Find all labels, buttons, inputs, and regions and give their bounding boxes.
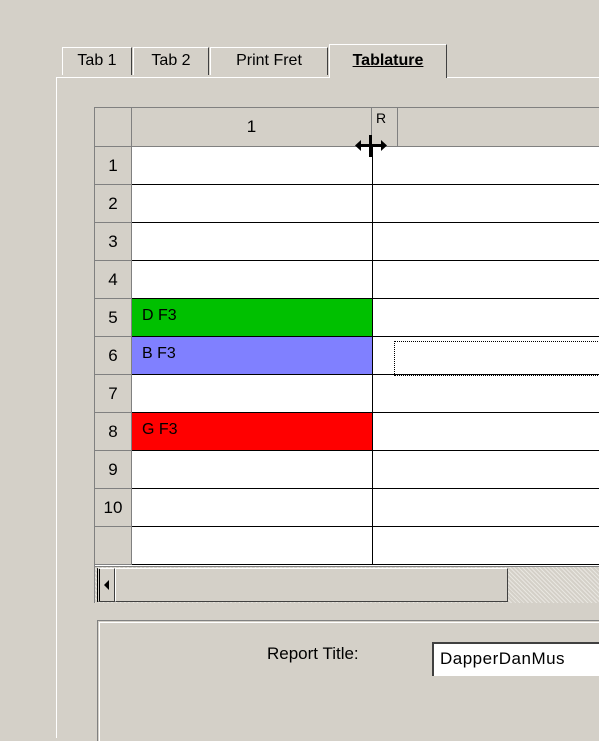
- row-header[interactable]: 3: [95, 223, 132, 261]
- row-header[interactable]: 9: [95, 451, 132, 489]
- row-header[interactable]: [95, 527, 132, 565]
- grid-cell-col2[interactable]: [373, 413, 599, 451]
- column-resize-cursor-icon: [355, 135, 387, 157]
- grid-cell-col1[interactable]: G F3: [132, 413, 373, 451]
- row-header[interactable]: 8: [95, 413, 132, 451]
- grid-cell-col1[interactable]: B F3: [132, 337, 373, 375]
- scroll-left-button[interactable]: [97, 568, 115, 602]
- grid-cell-col1[interactable]: [132, 223, 373, 261]
- grid-cell-col2[interactable]: [373, 527, 599, 565]
- grid-cell-col2[interactable]: [373, 223, 599, 261]
- tab-tablature[interactable]: Tablature: [329, 44, 447, 78]
- tab-1[interactable]: Tab 1: [62, 47, 132, 75]
- grid-cell-col1[interactable]: [132, 375, 373, 413]
- tab-print-fret[interactable]: Print Fret: [210, 47, 328, 75]
- grid-cell-col2[interactable]: [373, 299, 599, 337]
- grid-cell-col2[interactable]: [373, 147, 599, 185]
- column-header-2[interactable]: 2: [398, 108, 599, 147]
- grid-cell-col2[interactable]: [373, 451, 599, 489]
- grid-cell-col1[interactable]: [132, 451, 373, 489]
- report-title-input[interactable]: DapperDanMus: [432, 642, 599, 676]
- corner-header: [95, 108, 132, 147]
- horizontal-scrollbar[interactable]: [95, 566, 599, 603]
- report-title-label: Report Title:: [267, 644, 359, 663]
- arrow-left-icon: [104, 580, 109, 590]
- tab-2[interactable]: Tab 2: [133, 47, 209, 75]
- row-header[interactable]: 4: [95, 261, 132, 299]
- report-group: [97, 620, 599, 741]
- grid-cell-col1[interactable]: [132, 147, 373, 185]
- row-header[interactable]: 5: [95, 299, 132, 337]
- grid-cell-col2[interactable]: [373, 261, 599, 299]
- row-header[interactable]: 6: [95, 337, 132, 375]
- scroll-thumb[interactable]: [115, 568, 508, 602]
- focus-cell-outline: [394, 341, 599, 376]
- row-header[interactable]: 10: [95, 489, 132, 527]
- grid-cell-col1[interactable]: D F3: [132, 299, 373, 337]
- row-header[interactable]: 2: [95, 185, 132, 223]
- grid-cell-col2[interactable]: [373, 489, 599, 527]
- grid-cell-col1[interactable]: [132, 185, 373, 223]
- grid-cell-col2[interactable]: [373, 185, 599, 223]
- row-header[interactable]: 1: [95, 147, 132, 185]
- grid-cell-col1[interactable]: [132, 527, 373, 565]
- grid-cell-col1[interactable]: [132, 261, 373, 299]
- grid-cell-col1[interactable]: [132, 489, 373, 527]
- row-header[interactable]: 7: [95, 375, 132, 413]
- column-header-1[interactable]: 1: [132, 108, 372, 147]
- grid-cell-col2[interactable]: [373, 375, 599, 413]
